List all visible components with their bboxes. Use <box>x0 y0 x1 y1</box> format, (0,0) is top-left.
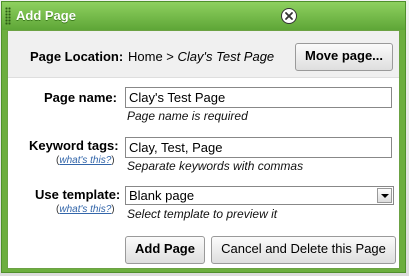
cancel-delete-button[interactable]: Cancel and Delete this Page <box>211 236 396 264</box>
dialog-titlebar[interactable]: Add Page <box>2 2 405 30</box>
keyword-tags-help: (what's this?) <box>56 155 115 166</box>
page-location-label: Page Location: <box>30 49 124 64</box>
dialog-title: Add Page <box>16 8 76 23</box>
add-page-dialog: Add Page Page Location: Home > Clay's Te… <box>1 1 406 273</box>
use-template-label: Use template: <box>35 187 121 202</box>
add-page-button[interactable]: Add Page <box>125 236 205 264</box>
help-paren-close: ) <box>111 155 115 166</box>
grip-handle-icon[interactable] <box>5 7 11 25</box>
keyword-tags-input[interactable]: Clay, Test, Page <box>125 137 392 158</box>
keyword-tags-hint: Separate keywords with commas <box>127 159 304 173</box>
whats-this-link-keywords[interactable]: what's this? <box>59 155 111 166</box>
page-name-label: Page name: <box>44 90 117 105</box>
chevron-down-icon[interactable] <box>377 188 392 203</box>
use-template-help: (what's this?) <box>56 204 115 215</box>
whats-this-link-template[interactable]: what's this? <box>59 204 111 215</box>
close-icon[interactable] <box>281 8 297 24</box>
location-path-prefix: Home > <box>128 49 178 64</box>
page-location-bar: Page Location: Home > Clay's Test Page M… <box>8 31 399 78</box>
move-page-button[interactable]: Move page... <box>295 43 393 71</box>
dialog-body: Page Location: Home > Clay's Test Page M… <box>7 30 400 269</box>
page-location-path: Home > Clay's Test Page <box>128 49 274 64</box>
location-path-page: Clay's Test Page <box>177 49 275 64</box>
page-name-hint: Page name is required <box>127 109 248 123</box>
page-name-input[interactable]: Clay's Test Page <box>125 87 392 108</box>
help-paren-close: ) <box>111 204 115 215</box>
keyword-tags-label: Keyword tags: <box>29 138 119 153</box>
template-selected-value: Blank page <box>129 188 195 203</box>
template-select[interactable]: Blank page <box>125 186 394 205</box>
use-template-hint: Select template to preview it <box>127 207 278 221</box>
